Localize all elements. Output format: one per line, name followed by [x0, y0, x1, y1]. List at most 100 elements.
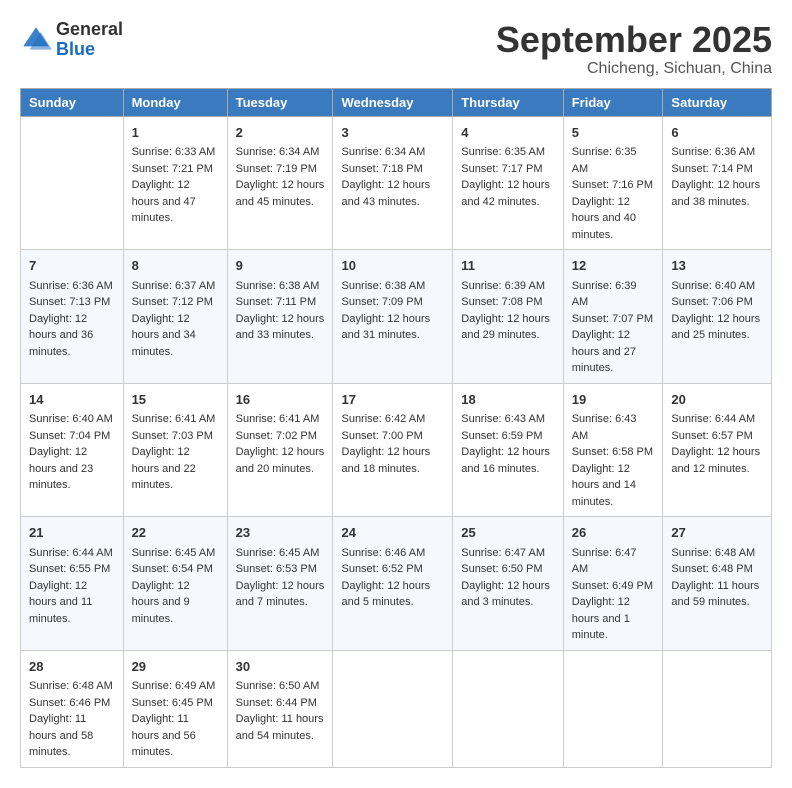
calendar-cell: [333, 650, 453, 767]
sunset-text: Sunset: 7:07 PM: [572, 313, 653, 325]
logo-text: General Blue: [56, 20, 123, 60]
sunrise-text: Sunrise: 6:40 AM: [671, 280, 755, 292]
sunset-text: Sunset: 6:59 PM: [461, 430, 542, 442]
sunset-text: Sunset: 7:21 PM: [132, 163, 213, 175]
calendar-cell: 1Sunrise: 6:33 AMSunset: 7:21 PMDaylight…: [123, 116, 227, 250]
calendar-cell: 19Sunrise: 6:43 AMSunset: 6:58 PMDayligh…: [563, 383, 663, 517]
daylight-text: Daylight: 12 hours and 25 minutes.: [671, 313, 760, 342]
sunrise-text: Sunrise: 6:38 AM: [341, 280, 425, 292]
daylight-text: Daylight: 12 hours and 27 minutes.: [572, 329, 636, 374]
sunrise-text: Sunrise: 6:34 AM: [341, 146, 425, 158]
day-number: 30: [236, 657, 325, 677]
col-thursday: Thursday: [453, 88, 563, 116]
daylight-text: Daylight: 12 hours and 11 minutes.: [29, 580, 92, 625]
daylight-text: Daylight: 12 hours and 34 minutes.: [132, 313, 196, 358]
col-wednesday: Wednesday: [333, 88, 453, 116]
day-number: 16: [236, 390, 325, 410]
sunset-text: Sunset: 7:02 PM: [236, 430, 317, 442]
calendar-week-row: 1Sunrise: 6:33 AMSunset: 7:21 PMDaylight…: [21, 116, 772, 250]
calendar-cell: 8 Sunrise: 6:37 AM Sunset: 7:12 PM Daylight…: [123, 250, 227, 384]
sunset-text: Sunset: 7:09 PM: [341, 296, 422, 308]
day-number: 20: [671, 390, 763, 410]
calendar-week-row: 21Sunrise: 6:44 AMSunset: 6:55 PMDayligh…: [21, 517, 772, 651]
calendar-cell: 28Sunrise: 6:48 AMSunset: 6:46 PMDayligh…: [21, 650, 124, 767]
daylight-text: Daylight: 11 hours and 54 minutes.: [236, 713, 324, 742]
col-sunday: Sunday: [21, 88, 124, 116]
calendar-cell: 13Sunrise: 6:40 AMSunset: 7:06 PMDayligh…: [663, 250, 772, 384]
logo-general: General: [56, 19, 123, 39]
daylight-text: Daylight: 12 hours and 38 minutes.: [671, 179, 760, 208]
calendar-subtitle: Chicheng, Sichuan, China: [496, 60, 772, 78]
sunset-text: Sunset: 6:57 PM: [671, 430, 752, 442]
sunset-text: Sunset: 7:12 PM: [132, 296, 213, 308]
calendar-header-row: Sunday Monday Tuesday Wednesday Thursday…: [21, 88, 772, 116]
calendar-cell: 15Sunrise: 6:41 AMSunset: 7:03 PMDayligh…: [123, 383, 227, 517]
calendar-cell: 2Sunrise: 6:34 AMSunset: 7:19 PMDaylight…: [227, 116, 333, 250]
daylight-text: Daylight: 11 hours and 58 minutes.: [29, 713, 93, 758]
calendar-cell: [563, 650, 663, 767]
daylight-text: Daylight: 12 hours and 42 minutes.: [461, 179, 550, 208]
day-number: 5: [572, 123, 655, 143]
day-number: 17: [341, 390, 444, 410]
day-number: 4: [461, 123, 554, 143]
sunset-text: Sunset: 7:08 PM: [461, 296, 542, 308]
calendar-cell: 12Sunrise: 6:39 AMSunset: 7:07 PMDayligh…: [563, 250, 663, 384]
daylight-text: Daylight: 12 hours and 29 minutes.: [461, 313, 550, 342]
calendar-cell: [663, 650, 772, 767]
sunrise-text: Sunrise: 6:36 AM: [29, 280, 113, 292]
calendar-cell: [21, 116, 124, 250]
sunset-text: Sunset: 7:19 PM: [236, 163, 317, 175]
daylight-text: Daylight: 12 hours and 16 minutes.: [461, 446, 550, 475]
daylight-text: Daylight: 11 hours and 59 minutes.: [671, 580, 759, 609]
sunset-text: Sunset: 7:06 PM: [671, 296, 752, 308]
sunrise-text: Sunrise: 6:37 AM: [132, 280, 216, 292]
col-tuesday: Tuesday: [227, 88, 333, 116]
sunrise-text: Sunrise: 6:48 AM: [671, 547, 755, 559]
sunrise-text: Sunrise: 6:34 AM: [236, 146, 320, 158]
sunrise-text: Sunrise: 6:45 AM: [236, 547, 320, 559]
sunset-text: Sunset: 7:03 PM: [132, 430, 213, 442]
day-number: 23: [236, 523, 325, 543]
calendar-cell: 30Sunrise: 6:50 AMSunset: 6:44 PMDayligh…: [227, 650, 333, 767]
sunrise-text: Sunrise: 6:49 AM: [132, 680, 216, 692]
day-number: 8: [132, 256, 219, 276]
sunset-text: Sunset: 7:17 PM: [461, 163, 542, 175]
day-number: 24: [341, 523, 444, 543]
day-number: 19: [572, 390, 655, 410]
sunset-text: Sunset: 7:14 PM: [671, 163, 752, 175]
day-number: 14: [29, 390, 115, 410]
col-saturday: Saturday: [663, 88, 772, 116]
calendar-cell: 22Sunrise: 6:45 AMSunset: 6:54 PMDayligh…: [123, 517, 227, 651]
day-number: 18: [461, 390, 554, 410]
calendar-cell: 14Sunrise: 6:40 AMSunset: 7:04 PMDayligh…: [21, 383, 124, 517]
calendar-cell: 20 Sunrise: 6:44 AM Sunset: 6:57 PM Dayligh…: [663, 383, 772, 517]
calendar-cell: 6Sunrise: 6:36 AMSunset: 7:14 PMDaylight…: [663, 116, 772, 250]
page-header: General Blue September 2025 Chicheng, Si…: [20, 20, 772, 78]
sunrise-text: Sunrise: 6:44 AM: [671, 413, 755, 425]
sunset-text: Sunset: 6:55 PM: [29, 563, 110, 575]
sunrise-text: Sunrise: 6:43 AM: [572, 413, 637, 442]
sunrise-text: Sunrise: 6:40 AM: [29, 413, 113, 425]
sunrise-text: Sunrise: 6:41 AM: [236, 413, 320, 425]
day-number: 15: [132, 390, 219, 410]
day-number: 12: [572, 256, 655, 276]
sunset-text: Sunset: 7:00 PM: [341, 430, 422, 442]
calendar-cell: 29Sunrise: 6:49 AMSunset: 6:45 PMDayligh…: [123, 650, 227, 767]
sunrise-text: Sunrise: 6:43 AM: [461, 413, 545, 425]
sunrise-text: Sunrise: 6:45 AM: [132, 547, 216, 559]
sunset-text: Sunset: 6:58 PM: [572, 446, 653, 458]
calendar-cell: 4Sunrise: 6:35 AMSunset: 7:17 PMDaylight…: [453, 116, 563, 250]
daylight-text: Daylight: 12 hours and 20 minutes.: [236, 446, 325, 475]
sunrise-text: Sunrise: 6:47 AM: [461, 547, 545, 559]
daylight-text: Daylight: 12 hours and 40 minutes.: [572, 196, 636, 241]
day-number: 21: [29, 523, 115, 543]
calendar-week-row: 14Sunrise: 6:40 AMSunset: 7:04 PMDayligh…: [21, 383, 772, 517]
sunrise-text: Sunrise: 6:33 AM: [132, 146, 216, 158]
daylight-text: Daylight: 12 hours and 12 minutes.: [671, 446, 760, 475]
calendar-cell: 24Sunrise: 6:46 AMSunset: 6:52 PMDayligh…: [333, 517, 453, 651]
sunrise-text: Sunrise: 6:47 AM: [572, 547, 637, 576]
calendar-cell: 3Sunrise: 6:34 AMSunset: 7:18 PMDaylight…: [333, 116, 453, 250]
daylight-text: Daylight: 12 hours and 31 minutes.: [341, 313, 430, 342]
sunrise-text: Sunrise: 6:46 AM: [341, 547, 425, 559]
daylight-text: Daylight: 12 hours and 43 minutes.: [341, 179, 430, 208]
